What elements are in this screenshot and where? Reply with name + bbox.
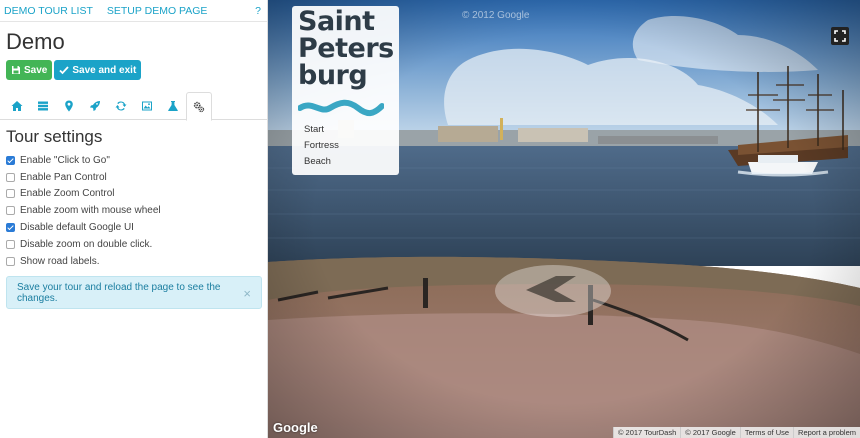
save-button[interactable]: Save — [6, 60, 53, 80]
flask-icon — [168, 101, 178, 111]
terms-of-use-link[interactable]: Terms of Use — [739, 427, 793, 438]
option-label: Enable Zoom Control — [20, 188, 115, 200]
option-label: Enable "Click to Go" — [20, 154, 110, 166]
tab-home[interactable] — [4, 92, 30, 120]
option-label: Enable Pan Control — [20, 171, 107, 183]
option-disable-double-click-zoom[interactable]: Disable zoom on double click. — [6, 236, 267, 253]
tab-settings[interactable] — [186, 92, 212, 121]
settings-options: Enable "Click to Go" Enable Pan Control … — [0, 148, 267, 270]
report-problem-link[interactable]: Report a problem — [793, 427, 860, 438]
save-button-label: Save — [24, 64, 48, 76]
setup-demo-page-link[interactable]: SETUP DEMO PAGE — [107, 5, 208, 17]
save-and-exit-button[interactable]: Save and exit — [54, 60, 142, 80]
logo-wave-icon — [298, 99, 384, 116]
google-copyright: © 2017 Google — [680, 427, 740, 438]
scene-menu: Start Fortress Beach — [304, 124, 339, 173]
scene-fortress[interactable]: Fortress — [304, 140, 339, 156]
checkbox[interactable] — [6, 206, 15, 216]
alert-close-button[interactable]: × — [243, 286, 251, 301]
tab-images[interactable] — [134, 92, 160, 120]
editor-tabs — [0, 92, 267, 121]
street-view-panorama[interactable]: © 2012 Google Saint Peters burg Start Fo… — [268, 0, 860, 438]
option-pan-control[interactable]: Enable Pan Control — [6, 169, 267, 186]
floppy-disk-icon — [12, 66, 20, 74]
option-disable-google-ui[interactable]: Disable default Google UI — [6, 219, 267, 236]
fullscreen-icon — [834, 30, 846, 42]
info-alert: Save your tour and reload the page to se… — [6, 276, 262, 309]
refresh-icon — [115, 101, 127, 111]
option-label: Disable zoom on double click. — [20, 238, 153, 250]
tab-location[interactable] — [56, 92, 82, 120]
page-title: Demo — [6, 29, 65, 54]
scene-start[interactable]: Start — [304, 124, 339, 140]
option-click-to-go[interactable]: Enable "Click to Go" — [6, 152, 267, 169]
option-label: Disable default Google UI — [20, 222, 134, 234]
saint-petersburg-logo: Saint Peters burg — [298, 8, 394, 89]
save-and-exit-label: Save and exit — [72, 64, 137, 76]
option-road-labels[interactable]: Show road labels. — [6, 253, 267, 270]
option-zoom-mouse-wheel[interactable]: Enable zoom with mouse wheel — [6, 202, 267, 219]
option-label: Show road labels. — [20, 255, 100, 267]
tourdash-copyright: © 2017 TourDash — [612, 427, 680, 438]
settings-panel: DEMO TOUR LIST SETUP DEMO PAGE ? Demo Sa… — [0, 0, 268, 438]
tab-transitions[interactable] — [108, 92, 134, 120]
rocket-icon — [90, 101, 100, 111]
fullscreen-button[interactable] — [831, 27, 849, 45]
tab-launch[interactable] — [82, 92, 108, 120]
tab-list[interactable] — [30, 92, 56, 120]
help-link[interactable]: ? — [255, 5, 261, 17]
home-icon — [11, 101, 23, 111]
checkbox[interactable] — [6, 223, 15, 233]
checkmark-icon — [59, 66, 70, 75]
logo-line-3: burg — [298, 60, 368, 91]
scene-beach[interactable]: Beach — [304, 156, 339, 172]
tour-settings-heading: Tour settings — [6, 127, 103, 146]
list-icon — [38, 101, 48, 111]
panorama-copyright: © 2012 Google — [462, 10, 530, 21]
checkbox[interactable] — [6, 155, 15, 165]
image-icon — [142, 101, 152, 111]
demo-tour-list-link[interactable]: DEMO TOUR LIST — [4, 5, 93, 17]
tab-labs[interactable] — [160, 92, 186, 120]
top-navigation: DEMO TOUR LIST SETUP DEMO PAGE ? — [0, 0, 267, 22]
checkbox[interactable] — [6, 189, 15, 199]
alert-text: Save your tour and reload the page to se… — [17, 281, 221, 304]
option-zoom-control[interactable]: Enable Zoom Control — [6, 186, 267, 203]
checkbox[interactable] — [6, 172, 15, 182]
option-label: Enable zoom with mouse wheel — [20, 205, 161, 217]
checkbox[interactable] — [6, 256, 15, 266]
logo-line-1: Saint — [298, 6, 375, 37]
cogs-icon — [193, 101, 205, 112]
action-buttons: Save Save and exit — [0, 60, 267, 80]
map-footer: © 2017 TourDash © 2017 Google Terms of U… — [612, 427, 860, 438]
map-marker-icon — [65, 100, 73, 112]
tour-logo-card: Saint Peters burg Start Fortress Beach — [292, 6, 399, 175]
logo-line-2: Peters — [298, 33, 394, 64]
checkbox[interactable] — [6, 239, 15, 249]
google-logo: Google — [273, 420, 318, 435]
